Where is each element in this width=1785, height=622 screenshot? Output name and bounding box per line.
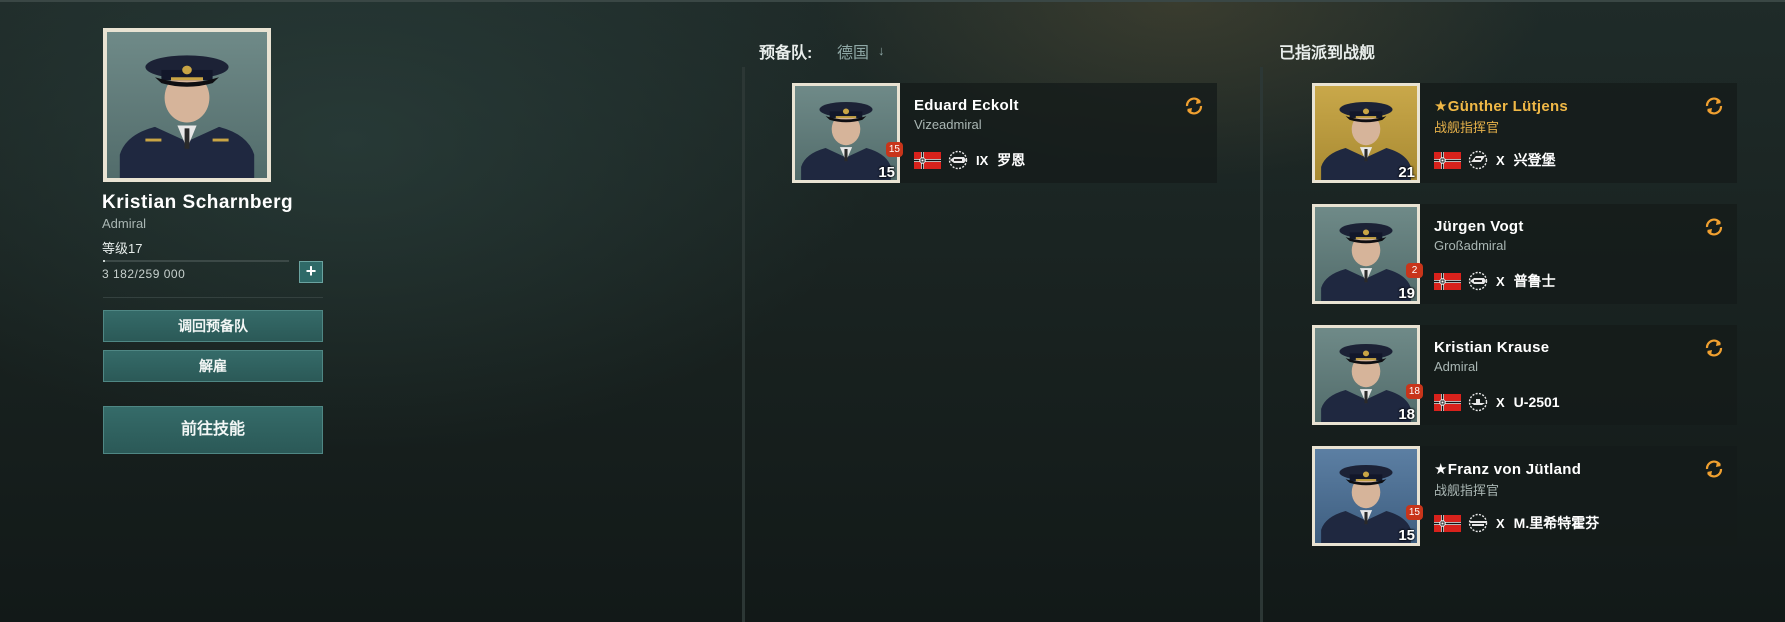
commander-name: Kristian Krause <box>1434 339 1550 356</box>
selected-commander-level: 等级17 <box>102 241 143 256</box>
commander-level: 18 <box>1398 406 1415 423</box>
submarine-icon <box>1465 392 1491 412</box>
swap-icon[interactable] <box>1183 95 1205 117</box>
swap-icon[interactable] <box>1703 216 1725 238</box>
commander-card[interactable]: 19 2 Jürgen Vogt Großadmiral X 普鲁士 <box>1312 204 1737 304</box>
assigned-ship: IX 罗恩 <box>914 150 1026 170</box>
assigned-ship: X 普鲁士 <box>1434 271 1556 291</box>
assigned-header: 已指派到战舰 <box>1279 45 1376 62</box>
commander-name: Jürgen Vogt <box>1434 218 1524 235</box>
selected-commander-name: Kristian Scharnberg <box>102 192 294 213</box>
carrier-icon <box>1465 513 1491 533</box>
go-to-skills-button[interactable]: 前往技能 <box>103 406 323 454</box>
sort-arrow-icon[interactable]: ↓ <box>878 43 885 58</box>
column-divider <box>1260 67 1263 622</box>
ship-tier: X <box>1496 394 1505 410</box>
ship-tier: X <box>1496 152 1505 168</box>
germany-flag-icon <box>1434 151 1461 169</box>
skill-points-badge: 2 <box>1406 263 1423 278</box>
ship-name: 兴登堡 <box>1513 152 1556 168</box>
cruiser-icon <box>1465 150 1491 170</box>
add-xp-button[interactable]: + <box>299 261 323 283</box>
ship-name: M.里希特霍芬 <box>1513 515 1600 531</box>
selected-commander-portrait <box>103 28 271 182</box>
commander-card[interactable]: 15 15 ★Franz von Jütland 战舰指挥官 X M.里希特霍芬 <box>1312 446 1737 546</box>
ship-name: 罗恩 <box>997 152 1026 168</box>
top-border <box>0 0 1785 2</box>
germany-flag-icon <box>1434 393 1461 411</box>
commander-subtitle: 战舰指挥官 <box>1434 483 1500 498</box>
reserve-header: 预备队: <box>759 45 813 62</box>
ship-tier: X <box>1496 273 1505 289</box>
commander-level: 21 <box>1398 164 1415 181</box>
commander-name: Eduard Eckolt <box>914 97 1019 114</box>
battleship-icon <box>945 150 971 170</box>
commander-portrait: 21 <box>1312 83 1420 183</box>
xp-readout: 3 182/259 000 <box>102 267 186 281</box>
assigned-ship: X 兴登堡 <box>1434 150 1556 170</box>
commander-subtitle: Admiral <box>1434 359 1479 374</box>
ship-tier: IX <box>976 152 989 168</box>
xp-progress-bar <box>103 260 289 262</box>
commander-portrait: 15 15 <box>1312 446 1423 546</box>
ship-name: U-2501 <box>1513 394 1560 410</box>
column-divider <box>742 67 745 622</box>
commander-portrait: 18 18 <box>1312 325 1423 425</box>
commander-portrait: 15 15 <box>792 83 903 183</box>
germany-flag-icon <box>914 151 941 169</box>
ship-tier: X <box>1496 515 1505 531</box>
commander-level: 15 <box>1398 527 1415 544</box>
nation-filter-dropdown[interactable]: 德国 <box>837 39 869 63</box>
swap-icon[interactable] <box>1703 95 1725 117</box>
commander-card[interactable]: 18 18 Kristian Krause Admiral X U-2501 <box>1312 325 1737 425</box>
germany-flag-icon <box>1434 514 1461 532</box>
commander-level: 15 <box>878 164 895 181</box>
commander-subtitle: Vizeadmiral <box>914 117 982 132</box>
swap-icon[interactable] <box>1703 337 1725 359</box>
commander-name: ★Günther Lütjens <box>1434 98 1569 115</box>
skill-points-badge: 15 <box>885 142 903 157</box>
commander-subtitle: Großadmiral <box>1434 238 1507 253</box>
swap-icon[interactable] <box>1703 458 1725 480</box>
dismiss-button[interactable]: 解雇 <box>103 350 323 382</box>
divider <box>103 297 323 298</box>
germany-flag-icon <box>1434 272 1461 290</box>
commander-card[interactable]: 15 15 Eduard Eckolt Vizeadmiral IX 罗恩 <box>792 83 1217 183</box>
commander-card[interactable]: 21 ★Günther Lütjens 战舰指挥官 X 兴登堡 <box>1312 83 1737 183</box>
selected-commander-rank: Admiral <box>102 216 147 231</box>
assigned-ship: X M.里希特霍芬 <box>1434 513 1600 533</box>
ship-name: 普鲁士 <box>1513 273 1556 289</box>
commander-name: ★Franz von Jütland <box>1434 461 1582 478</box>
commander-level: 19 <box>1398 285 1415 302</box>
skill-points-badge: 15 <box>1405 505 1423 520</box>
commander-portrait: 19 2 <box>1312 204 1423 304</box>
skill-points-badge: 18 <box>1405 384 1423 399</box>
battleship-icon <box>1465 271 1491 291</box>
assigned-ship: X U-2501 <box>1434 392 1560 412</box>
recall-to-reserve-button[interactable]: 调回预备队 <box>103 310 323 342</box>
commander-subtitle: 战舰指挥官 <box>1434 120 1500 135</box>
